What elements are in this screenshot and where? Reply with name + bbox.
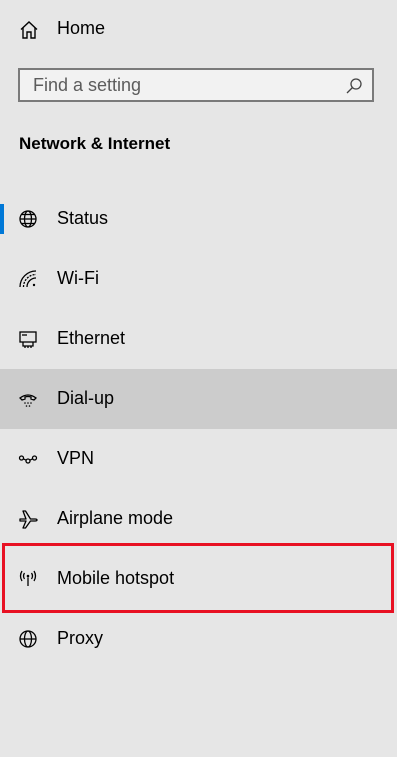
nav-item-label: Wi-Fi xyxy=(57,268,99,288)
search-input[interactable] xyxy=(33,70,343,100)
home-icon xyxy=(19,20,39,40)
ethernet-icon xyxy=(18,329,38,349)
vpn-icon xyxy=(18,449,38,469)
section-title: Network & Internet xyxy=(19,134,171,153)
nav-item-proxy[interactable]: Proxy xyxy=(0,609,397,669)
nav-item-label: Mobile hotspot xyxy=(57,568,175,588)
search-box[interactable] xyxy=(18,68,374,102)
nav-item-ethernet[interactable]: Ethernet xyxy=(0,309,397,369)
nav-item-label: Ethernet xyxy=(57,328,126,348)
home-label: Home xyxy=(57,18,106,38)
home-nav-item[interactable]: Home xyxy=(0,0,397,60)
nav-item-dial-up[interactable]: Dial-up xyxy=(0,369,397,429)
nav-item-wifi[interactable]: Wi-Fi xyxy=(0,249,397,309)
selected-indicator xyxy=(0,204,4,234)
nav-item-label: Proxy xyxy=(57,628,104,648)
nav-item-status[interactable]: Status xyxy=(0,189,397,249)
mobile-hotspot-icon xyxy=(18,569,38,589)
nav-item-mobile-hotspot[interactable]: Mobile hotspot xyxy=(0,549,397,609)
nav-item-label: Status xyxy=(57,208,109,228)
globe-icon xyxy=(18,629,38,649)
airplane-icon xyxy=(18,509,38,529)
dial-up-icon xyxy=(18,389,38,409)
nav-item-label: VPN xyxy=(57,448,95,468)
nav-item-airplane-mode[interactable]: Airplane mode xyxy=(0,489,397,549)
nav-item-vpn[interactable]: VPN xyxy=(0,429,397,489)
wifi-icon xyxy=(18,269,38,289)
search-icon[interactable] xyxy=(345,77,363,95)
nav-item-label: Airplane mode xyxy=(57,508,174,528)
globe-icon xyxy=(18,209,38,229)
nav-item-label: Dial-up xyxy=(57,388,115,408)
